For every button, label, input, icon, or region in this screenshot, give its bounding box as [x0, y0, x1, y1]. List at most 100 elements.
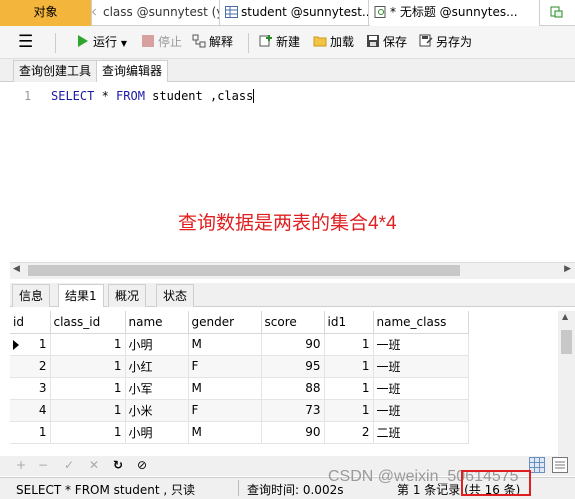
cell[interactable]: 一班: [373, 377, 469, 400]
save-button[interactable]: 保存: [366, 26, 407, 59]
save-as-button[interactable]: 另存为: [419, 26, 472, 59]
apply-icon[interactable]: ✓: [62, 458, 76, 472]
refresh-icon[interactable]: ↻: [111, 458, 125, 472]
text-cursor: [253, 89, 255, 103]
cell[interactable]: 一班: [373, 333, 469, 356]
table-row[interactable]: 4 1 小米 F 73 1 一班: [10, 399, 469, 422]
hamburger-icon: ☰: [18, 32, 34, 52]
table-row[interactable]: 1 1 小明 M 90 1 一班: [10, 333, 469, 356]
tab-class[interactable]: class @sunnytest (y...: [92, 0, 220, 26]
tab-profile[interactable]: 概况: [108, 284, 147, 307]
add-record-icon[interactable]: +: [14, 458, 28, 472]
sql-code[interactable]: SELECT * FROM student ,class: [51, 89, 255, 103]
tab-label: 结果1: [65, 289, 97, 303]
scroll-thumb[interactable]: [561, 330, 572, 354]
cell[interactable]: 95: [261, 355, 325, 378]
run-button[interactable]: 运行 ▼: [76, 26, 127, 59]
cell[interactable]: 1: [324, 377, 374, 400]
keyword-from: FROM: [116, 89, 145, 103]
cell[interactable]: 小红: [125, 355, 189, 378]
sql-editor[interactable]: 1 SELECT * FROM student ,class: [10, 82, 575, 262]
cell[interactable]: 1: [50, 355, 126, 378]
cell[interactable]: 73: [261, 399, 325, 422]
code-token: *: [94, 89, 117, 103]
cell[interactable]: F: [188, 399, 262, 422]
cell[interactable]: 一班: [373, 355, 469, 378]
load-label: 加载: [330, 35, 355, 49]
load-button[interactable]: 加载: [313, 26, 354, 59]
cell[interactable]: 1: [10, 421, 51, 444]
discard-icon[interactable]: ✕: [87, 458, 101, 472]
scroll-up-icon[interactable]: ▲: [562, 312, 568, 321]
cell[interactable]: 90: [261, 421, 325, 444]
cell[interactable]: 1: [324, 355, 374, 378]
cell[interactable]: 2: [10, 355, 51, 378]
highlight-box: [461, 470, 531, 496]
chevron-down-icon[interactable]: ▼: [121, 39, 127, 48]
table-row[interactable]: 1 1 小明 M 90 2 二班: [10, 421, 469, 444]
cell[interactable]: M: [188, 377, 262, 400]
stop-circle-icon[interactable]: ⊘: [135, 458, 149, 472]
cell[interactable]: 1: [50, 399, 126, 422]
menu-button[interactable]: ☰: [18, 26, 33, 59]
cell[interactable]: 小米: [125, 399, 189, 422]
column-header[interactable]: class_id: [50, 311, 126, 334]
cell[interactable]: 小明: [125, 421, 189, 444]
new-tab-button[interactable]: [541, 0, 575, 26]
cell[interactable]: F: [188, 355, 262, 378]
cell[interactable]: 1: [50, 421, 126, 444]
table-row[interactable]: 2 1 小红 F 95 1 一班: [10, 355, 469, 378]
cell[interactable]: 小军: [125, 377, 189, 400]
tab-result1[interactable]: 结果1: [58, 284, 104, 307]
column-header[interactable]: id: [10, 311, 51, 334]
header-row: id class_id name gender score id1 name_c…: [10, 311, 469, 334]
stop-button[interactable]: 停止: [141, 26, 182, 59]
tab-label: 查询编辑器: [102, 64, 163, 78]
scroll-right-icon[interactable]: ▶: [564, 264, 571, 274]
folder-icon: [313, 36, 327, 47]
column-header[interactable]: name_class: [373, 311, 469, 334]
tab-label: student @sunnytest...: [241, 5, 369, 19]
cell[interactable]: 小明: [125, 333, 189, 356]
column-header[interactable]: name: [125, 311, 189, 334]
tab-status[interactable]: 状态: [156, 284, 195, 307]
tab-label: * 无标题 @sunnytes...: [390, 5, 518, 19]
cell[interactable]: 1: [50, 377, 126, 400]
cell[interactable]: M: [188, 333, 262, 356]
cell[interactable]: 1: [50, 333, 126, 356]
tab-student[interactable]: student @sunnytest...: [221, 0, 369, 26]
tab-query-builder[interactable]: 查询创建工具: [13, 60, 98, 82]
cell[interactable]: 一班: [373, 399, 469, 422]
run-label: 运行: [93, 35, 118, 49]
cell[interactable]: 3: [10, 377, 51, 400]
cell[interactable]: 二班: [373, 421, 469, 444]
cell[interactable]: 1: [324, 399, 374, 422]
grid-view-icon[interactable]: [529, 457, 545, 473]
cell[interactable]: 88: [261, 377, 325, 400]
tab-query-editor[interactable]: 查询编辑器: [96, 60, 169, 83]
play-icon: [78, 35, 88, 47]
column-header[interactable]: id1: [324, 311, 374, 334]
tab-untitled-query[interactable]: * 无标题 @sunnytes...: [370, 0, 540, 26]
tab-objects[interactable]: 对象: [0, 0, 92, 26]
cell[interactable]: 1: [324, 333, 374, 356]
cell[interactable]: 2: [324, 421, 374, 444]
form-view-icon[interactable]: [552, 457, 568, 473]
table-row[interactable]: 3 1 小军 M 88 1 一班: [10, 377, 469, 400]
delete-record-icon[interactable]: −: [36, 458, 50, 472]
chevron-left-icon[interactable]: [92, 6, 100, 18]
column-header[interactable]: score: [261, 311, 325, 334]
stop-icon: [142, 35, 154, 47]
explain-button[interactable]: 解释: [192, 26, 233, 59]
column-header[interactable]: gender: [188, 311, 262, 334]
annotation-text: 查询数据是两表的集合4*4: [178, 213, 397, 234]
tab-label: 对象: [33, 5, 58, 19]
scroll-left-icon[interactable]: ◀: [13, 264, 20, 274]
result-table: id class_id name gender score id1 name_c…: [10, 311, 469, 444]
new-button[interactable]: 新建: [259, 26, 300, 59]
cell[interactable]: 90: [261, 333, 325, 356]
cell[interactable]: M: [188, 421, 262, 444]
scroll-thumb[interactable]: [28, 265, 460, 276]
cell[interactable]: 4: [10, 399, 51, 422]
tab-info[interactable]: 信息: [12, 284, 51, 307]
